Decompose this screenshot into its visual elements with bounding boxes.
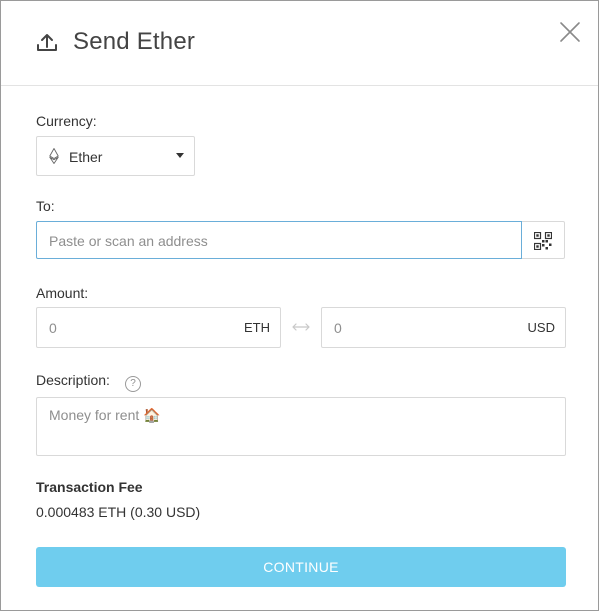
eth-unit: ETH	[244, 320, 270, 335]
swap-arrows-icon	[292, 323, 310, 331]
transaction-fee-value: 0.000483 ETH (0.30 USD)	[36, 504, 201, 520]
eth-amount-input[interactable]: 0 ETH	[36, 307, 281, 348]
send-ether-dialog: Send Ether Currency: Ether To: Paste or …	[0, 0, 599, 611]
close-icon[interactable]	[557, 19, 583, 45]
ethereum-icon	[49, 148, 59, 164]
usd-unit: USD	[527, 320, 555, 335]
amount-label: Amount:	[36, 285, 89, 301]
to-label: To:	[36, 198, 55, 214]
dialog-title: Send Ether	[73, 28, 196, 55]
transaction-fee-label: Transaction Fee	[36, 479, 143, 495]
qr-code-icon	[534, 232, 552, 250]
usd-amount-input[interactable]: 0 USD	[321, 307, 566, 348]
description-placeholder: Money for rent 🏠	[49, 407, 161, 423]
usd-amount-value: 0	[334, 320, 342, 336]
currency-label: Currency:	[36, 113, 97, 129]
chevron-down-icon	[176, 153, 184, 158]
address-input[interactable]: Paste or scan an address	[36, 221, 522, 259]
continue-button[interactable]: CONTINUE	[36, 547, 566, 587]
help-icon[interactable]: ?	[125, 376, 141, 392]
description-textarea[interactable]: Money for rent 🏠	[36, 397, 566, 456]
currency-select-value: Ether	[69, 149, 103, 165]
currency-select[interactable]: Ether	[36, 136, 195, 176]
address-input-placeholder: Paste or scan an address	[49, 233, 208, 249]
eth-amount-value: 0	[49, 320, 57, 336]
upload-icon	[37, 34, 57, 51]
dialog-header: Send Ether	[1, 1, 598, 86]
scan-qr-button[interactable]	[522, 221, 565, 259]
description-label: Description:	[36, 372, 110, 388]
